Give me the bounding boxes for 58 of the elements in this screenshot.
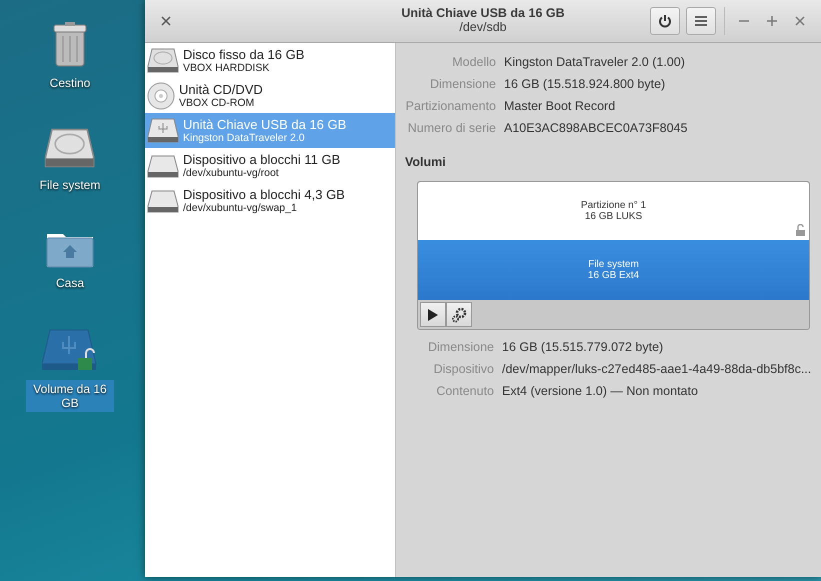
field-value: /dev/mapper/luks-c27ed485-aae1-4a49-88da-db5bf8c...	[502, 362, 812, 376]
menu-button[interactable]	[686, 7, 716, 35]
field-label: Modello	[451, 55, 496, 69]
volume-segment[interactable]: Partizione n° 1 16 GB LUKS	[418, 182, 809, 240]
volume-segment[interactable]: File system 16 GB Ext4	[418, 240, 809, 300]
volume-size: 16 GB LUKS	[584, 211, 642, 222]
desktop-icon-label[interactable]: File system	[26, 176, 114, 194]
device-detail: VBOX HARDDISK	[183, 62, 270, 74]
field-label: Numero di serie	[406, 121, 496, 135]
section-heading: Volumi	[405, 155, 447, 169]
field-label: Contenuto	[435, 384, 494, 398]
field-value: 16 GB (15.518.924.800 byte)	[504, 77, 666, 91]
field-value: Master Boot Record	[504, 99, 616, 113]
desktop-icon-label[interactable]: Cestino	[26, 74, 114, 92]
desktop-icon-label[interactable]: Volume da 16 GB	[26, 380, 114, 412]
field-value: A10E3AC898ABCEC0A73F8045	[504, 121, 688, 135]
window-subtitle: /dev/sdb	[459, 20, 507, 34]
device-name: Dispositivo a blocchi 4,3 GB	[183, 187, 345, 202]
usb-drive-icon	[147, 118, 179, 144]
desktop-icon-label[interactable]: Casa	[26, 274, 114, 292]
device-list-item[interactable]: Unità CD/DVD VBOX CD-ROM	[145, 78, 395, 113]
drive-icon	[147, 152, 179, 178]
device-detail: VBOX CD-ROM	[179, 97, 256, 109]
volume-name: File system	[588, 259, 639, 270]
unlocked-padlock-icon	[796, 224, 805, 236]
field-value: Ext4 (versione 1.0) — Non montato	[502, 384, 699, 398]
settings-button[interactable]	[446, 302, 472, 327]
device-list-item[interactable]: Dispositivo a blocchi 11 GB /dev/xubuntu-vg/root	[145, 148, 395, 183]
device-name: Dispositivo a blocchi 11 GB	[183, 152, 340, 167]
minimize-icon	[739, 20, 749, 22]
field-label: Dimensione	[428, 77, 496, 91]
window-title: Unità Chiave USB da 16 GB	[401, 6, 565, 20]
volume-size: 16 GB Ext4	[588, 270, 640, 281]
trash-can-icon	[52, 22, 88, 68]
drive-icon	[147, 188, 179, 214]
device-detail: /dev/xubuntu-vg/swap_1	[183, 202, 298, 214]
power-button[interactable]	[650, 7, 680, 35]
device-detail: Kingston DataTraveler 2.0	[183, 132, 306, 144]
device-name: Disco fisso da 16 GB	[183, 47, 304, 62]
play-icon	[428, 308, 438, 320]
device-name: Unità CD/DVD	[179, 82, 263, 97]
field-value: Kingston DataTraveler 2.0 (1.00)	[504, 55, 686, 69]
field-label: Partizionamento	[404, 99, 496, 113]
volume-name: Partizione n° 1	[580, 200, 646, 211]
maximize-icon	[767, 16, 777, 26]
close-icon	[795, 16, 805, 26]
device-list-item[interactable]: Dispositivo a blocchi 4,3 GB /dev/xubuntu-vg/swap_1	[145, 183, 395, 218]
field-label: Dimensione	[426, 340, 494, 354]
field-value: 16 GB (15.515.779.072 byte)	[502, 340, 664, 354]
close-icon	[161, 16, 171, 26]
menu-icon	[695, 16, 707, 26]
device-list-item[interactable]: Disco fisso da 16 GB VBOX HARDDISK	[145, 43, 395, 78]
mount-button[interactable]	[420, 302, 446, 327]
device-detail: /dev/xubuntu-vg/root	[183, 167, 280, 179]
field-label: Dispositivo	[432, 362, 494, 376]
device-name: Unità Chiave USB da 16 GB	[183, 117, 346, 132]
power-icon	[658, 14, 672, 28]
gears-icon	[451, 306, 467, 322]
